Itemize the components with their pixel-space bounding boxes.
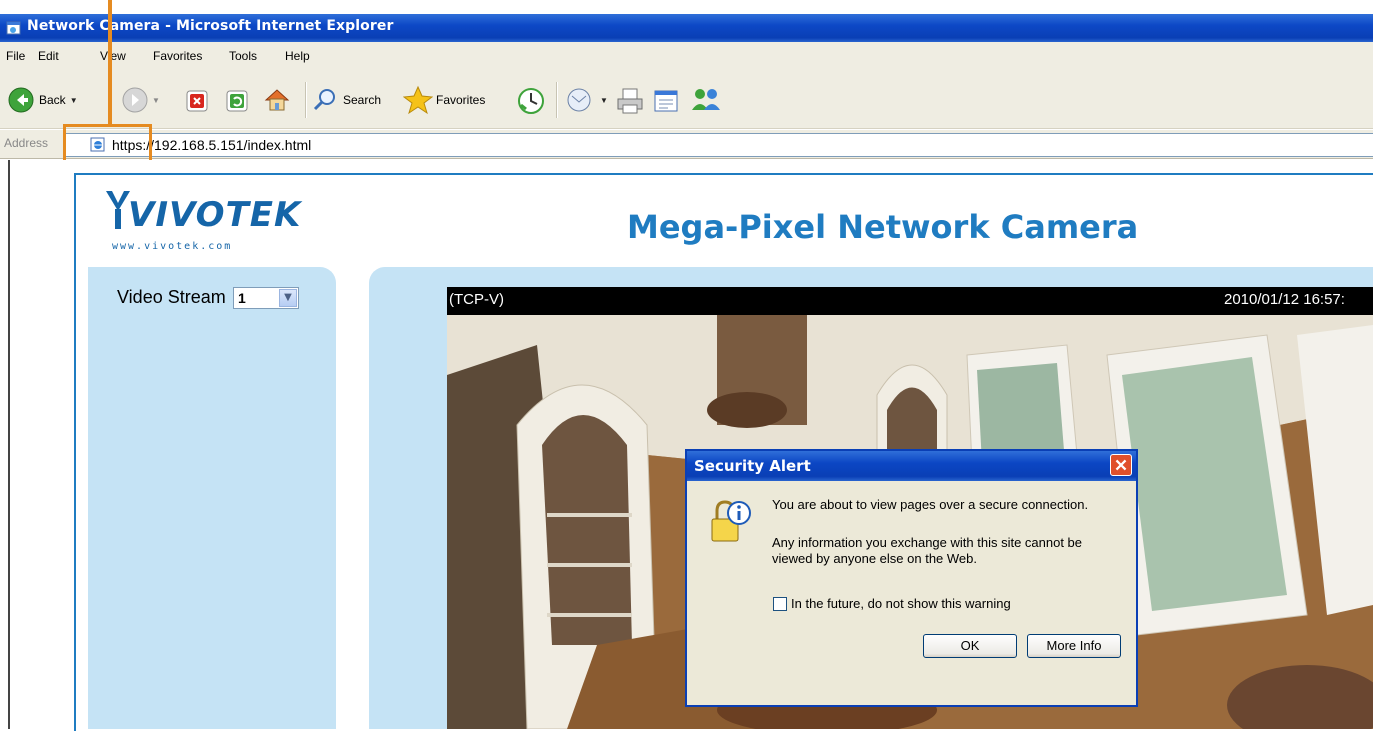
logo-url: www.vivotek.com xyxy=(112,241,233,252)
back-arrow-icon xyxy=(8,87,34,113)
dialog-message-secure: You are about to view pages over a secur… xyxy=(772,497,1089,512)
forward-arrow-icon xyxy=(122,87,148,113)
ie-page-icon xyxy=(6,21,21,35)
ok-button[interactable]: OK xyxy=(923,634,1017,658)
favorites-star-icon xyxy=(403,85,433,115)
menu-help[interactable]: Help xyxy=(285,49,310,63)
print-icon[interactable] xyxy=(615,87,645,115)
menu-view[interactable]: View xyxy=(100,49,126,63)
search-button[interactable]: Search xyxy=(312,87,381,113)
window-titlebar[interactable]: Network Camera - Microsoft Internet Expl… xyxy=(0,14,1373,42)
dont-show-checkbox-label[interactable]: In the future, do not show this warning xyxy=(791,596,1011,611)
url-highlight-box xyxy=(63,124,152,164)
toolbar-separator xyxy=(556,82,558,118)
menu-tools[interactable]: Tools xyxy=(229,49,257,63)
video-timestamp: 2010/01/12 16:57: xyxy=(1224,291,1345,308)
logo-text: VIVOTEK xyxy=(128,195,302,235)
dialog-title: Security Alert xyxy=(694,457,811,475)
stop-icon[interactable] xyxy=(185,89,209,113)
page-title: Mega-Pixel Network Camera xyxy=(627,208,1139,246)
more-info-button[interactable]: More Info xyxy=(1027,634,1121,658)
address-field[interactable]: https://192.168.5.151/index.html xyxy=(64,133,1373,157)
home-icon[interactable] xyxy=(263,87,291,113)
dialog-message-info: Any information you exchange with this s… xyxy=(772,535,1083,566)
menu-favorites[interactable]: Favorites xyxy=(153,49,202,63)
video-stream-label: Video Stream xyxy=(117,287,226,307)
forward-dropdown-icon[interactable]: ▼ xyxy=(152,96,160,105)
lock-info-icon xyxy=(711,500,751,542)
left-panel xyxy=(88,267,336,729)
callout-pointer-line xyxy=(108,0,112,126)
address-label: Address xyxy=(4,136,49,150)
video-info-bar: (TCP-V) 2010/01/12 16:57: xyxy=(447,287,1373,315)
messenger-icon[interactable] xyxy=(690,86,722,114)
video-stream-value: 1 xyxy=(238,290,246,306)
close-icon[interactable] xyxy=(1110,454,1132,476)
mail-dropdown-icon[interactable]: ▼ xyxy=(600,96,608,105)
search-label: Search xyxy=(343,93,382,107)
video-protocol: (TCP-V) xyxy=(449,291,504,308)
forward-button[interactable]: ▼ xyxy=(122,87,160,113)
toolbar: Back ▼ ▼ Search Favorites ▼ xyxy=(0,70,1373,129)
mail-button[interactable]: ▼ xyxy=(566,87,608,113)
dont-show-checkbox[interactable] xyxy=(773,597,787,611)
toolbar-separator xyxy=(305,82,307,118)
favorites-label: Favorites xyxy=(436,93,486,107)
menu-edit[interactable]: Edit xyxy=(38,49,59,63)
security-alert-dialog: Security Alert You are about to view pag… xyxy=(685,449,1138,707)
address-bar: Address https://192.168.5.151/index.html xyxy=(0,130,1373,159)
refresh-icon[interactable] xyxy=(225,89,249,113)
video-stream-select[interactable]: 1 ▼ xyxy=(233,287,299,309)
back-label: Back xyxy=(39,93,66,107)
favorites-button[interactable]: Favorites xyxy=(403,85,485,115)
dialog-titlebar[interactable]: Security Alert xyxy=(687,451,1136,481)
mail-icon xyxy=(567,88,591,112)
menu-bar: File Edit View Favorites Tools Help xyxy=(0,42,1373,71)
edit-page-icon[interactable] xyxy=(652,87,680,115)
chevron-down-icon[interactable]: ▼ xyxy=(279,289,297,307)
back-dropdown-icon[interactable]: ▼ xyxy=(70,96,78,105)
back-button[interactable]: Back ▼ xyxy=(8,87,78,113)
history-icon[interactable] xyxy=(517,87,545,115)
search-icon xyxy=(313,89,335,111)
window-title: Network Camera - Microsoft Internet Expl… xyxy=(27,18,394,34)
menu-file[interactable]: File xyxy=(6,49,25,63)
